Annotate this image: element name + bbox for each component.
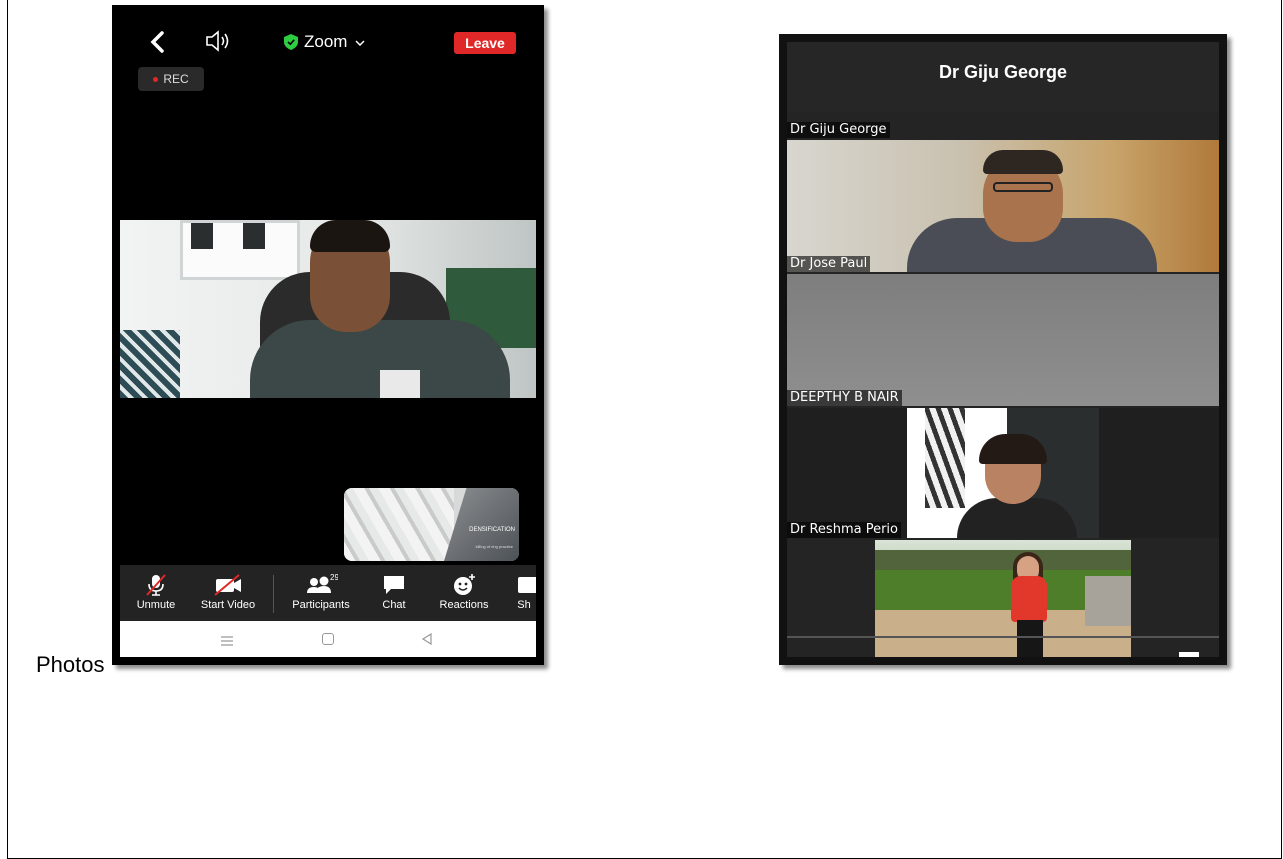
participants-button[interactable]: 29 Participants [280,565,362,621]
recording-dot-icon [153,76,159,82]
participants-count: 29 [330,573,338,582]
meeting-title-dropdown[interactable]: Zoom [284,30,365,54]
share-label: Sh [517,599,531,611]
reactions-button[interactable]: Reactions [432,565,496,621]
start-video-label: Start Video [200,599,256,611]
scroll-indicator [787,636,1219,638]
zoom-meeting-screenshot-1: Zoom Leave REC DENSIFICATION killing of … [112,5,544,665]
chevron-down-icon [355,35,365,49]
recording-label: REC [163,72,189,86]
android-nav-bar [120,621,536,657]
unmute-label: Unmute [136,599,176,611]
unmute-button[interactable]: Unmute [126,565,186,621]
participant-video-tile[interactable]: DEEPTHY B NAIR [787,274,1219,406]
mic-muted-icon [146,574,166,596]
nav-back-icon[interactable] [420,632,434,646]
menu-handle[interactable] [1179,652,1199,657]
tile-label: Dr Jose Paul [787,256,871,272]
toolbar-separator [273,575,274,613]
chat-label: Chat [382,599,406,611]
participant-video-tile[interactable] [787,540,1219,657]
tile-label: DEEPTHY B NAIR [787,390,902,406]
recording-badge: REC [138,67,204,91]
reactions-label: Reactions [439,599,489,611]
chat-icon [384,576,404,594]
meeting-toolbar: Unmute Start Video 29 Participants Chat … [120,565,536,621]
tile-label: Dr Giju George [787,122,890,138]
chat-button[interactable]: Chat [376,565,412,621]
nav-menu-icon[interactable] [220,633,234,646]
start-video-button[interactable]: Start Video [188,565,268,621]
nav-home-icon[interactable] [322,633,334,645]
back-arrow-icon[interactable] [148,27,166,57]
speaker-icon[interactable] [204,29,234,53]
shared-screen-subtitle: killing of ring practice [475,544,513,549]
shield-icon [284,34,298,50]
zoom-meeting-screenshot-2: Dr Giju George Dr Giju George Dr Jose Pa… [779,34,1227,665]
leave-button[interactable]: Leave [454,32,516,54]
video-off-icon [214,574,241,596]
participant-video-tile[interactable]: Dr Reshma Perio [787,408,1219,538]
tile-label: Dr Reshma Perio [787,522,901,538]
active-speaker-name: Dr Giju George [938,62,1068,82]
participants-icon: 29 [307,573,338,593]
shared-screen-title: DENSIFICATION [469,527,515,533]
participants-label: Participants [292,599,350,611]
meeting-top-bar: Zoom Leave [112,5,544,65]
meeting-title: Zoom [304,32,348,51]
share-button[interactable]: Sh [512,565,536,621]
share-icon [518,577,536,593]
shared-screen-thumbnail[interactable]: DENSIFICATION killing of ring practice [344,488,519,561]
reactions-icon [454,574,475,595]
photos-caption: Photos [36,652,105,677]
main-participant-video[interactable] [120,220,536,398]
participant-video-tile[interactable]: Dr Jose Paul [787,140,1219,272]
active-speaker-header: Dr Giju George [787,42,1219,112]
gallery-view: Dr Giju George Dr Giju George Dr Jose Pa… [787,42,1219,657]
